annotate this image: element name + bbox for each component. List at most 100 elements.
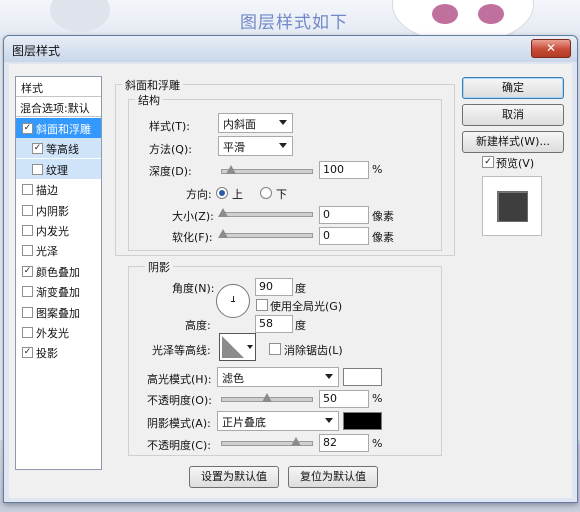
global-light-checkbox[interactable] xyxy=(256,299,268,311)
make-default-button[interactable]: 设置为默认值 xyxy=(189,466,279,488)
shadow-color-swatch[interactable] xyxy=(343,412,382,430)
depth-input[interactable]: 100 xyxy=(319,161,369,179)
angle-dial-center xyxy=(231,301,235,302)
soften-unit: 像素 xyxy=(372,231,394,244)
contour-icon xyxy=(222,336,244,358)
style-list-item[interactable]: 纹理 xyxy=(16,158,101,179)
highlight-color-swatch[interactable] xyxy=(343,368,382,386)
style-checkbox[interactable] xyxy=(22,225,33,236)
size-slider[interactable] xyxy=(218,208,313,217)
highlight-opacity-input[interactable]: 50 xyxy=(319,390,369,408)
chevron-down-icon xyxy=(279,120,287,125)
shading-title: 阴影 xyxy=(145,259,173,275)
style-select-value: 内斜面 xyxy=(223,118,256,131)
altitude-label: 高度: xyxy=(185,319,211,332)
depth-value: 100 xyxy=(323,163,344,176)
direction-up-label: 上 xyxy=(232,188,243,201)
direction-down-radio[interactable] xyxy=(260,187,272,199)
depth-unit: % xyxy=(372,163,383,176)
new-style-button[interactable]: 新建样式(W)... xyxy=(462,131,564,153)
altitude-input[interactable]: 58 xyxy=(255,315,293,333)
anti-alias-checkbox[interactable] xyxy=(269,343,281,355)
style-list-item[interactable]: 图案叠加 xyxy=(16,302,101,322)
shadow-opacity-slider[interactable] xyxy=(221,437,313,446)
depth-slider[interactable] xyxy=(221,165,313,174)
gloss-contour-picker[interactable] xyxy=(219,333,247,361)
styles-header-label: 样式 xyxy=(21,82,43,95)
depth-slider-handle[interactable] xyxy=(226,165,236,174)
blend-options-item[interactable]: 混合选项:默认 xyxy=(16,97,101,117)
style-checkbox[interactable] xyxy=(22,184,33,196)
altitude-unit: 度 xyxy=(295,319,306,332)
dialog-title: 图层样式 xyxy=(12,44,61,58)
size-value: 0 xyxy=(323,208,330,221)
highlight-mode-select[interactable]: 滤色 xyxy=(217,367,339,387)
style-list-item[interactable]: ✓ 斜面和浮雕 xyxy=(16,118,101,138)
gloss-contour-dropdown[interactable] xyxy=(246,333,256,361)
preview-checkbox[interactable]: ✓ xyxy=(482,156,494,168)
chevron-down-icon xyxy=(325,418,333,423)
close-button[interactable]: ✕ xyxy=(531,39,571,58)
style-checkbox[interactable]: ✓ xyxy=(32,143,43,155)
style-select[interactable]: 内斜面 xyxy=(218,113,293,133)
cancel-button[interactable]: 取消 xyxy=(462,104,564,126)
style-list-item[interactable]: ✓ 颜色叠加 xyxy=(16,261,101,281)
shadow-mode-select[interactable]: 正片叠底 xyxy=(217,411,339,431)
style-list-item[interactable]: ✓ 投影 xyxy=(16,342,101,362)
style-checkbox[interactable] xyxy=(32,163,43,175)
style-list-item-label: 纹理 xyxy=(46,163,68,177)
angle-dial[interactable] xyxy=(216,284,250,318)
altitude-value: 58 xyxy=(259,317,273,330)
size-unit: 像素 xyxy=(372,210,394,223)
style-list-item[interactable]: 外发光 xyxy=(16,322,101,342)
background-petal xyxy=(432,4,458,24)
style-list-item-label: 颜色叠加 xyxy=(36,265,80,279)
preview-label: 预览(V) xyxy=(496,157,535,170)
style-checkbox[interactable] xyxy=(22,245,33,257)
style-list-item[interactable]: 光泽 xyxy=(16,240,101,260)
ok-button[interactable]: 确定 xyxy=(462,77,564,99)
soften-value: 0 xyxy=(323,229,330,242)
structure-title: 结构 xyxy=(135,92,163,108)
highlight-opacity-handle[interactable] xyxy=(262,393,272,402)
technique-select-value: 平滑 xyxy=(223,141,245,154)
styles-list-header[interactable]: 样式 xyxy=(16,77,101,97)
style-checkbox[interactable] xyxy=(22,286,33,298)
highlight-mode-label: 高光模式(H): xyxy=(147,373,212,386)
preview-swatch xyxy=(497,191,528,222)
style-list-item-label: 描边 xyxy=(36,184,58,198)
style-list-item[interactable]: 渐变叠加 xyxy=(16,281,101,301)
style-list-item-label: 等高线 xyxy=(46,143,79,157)
highlight-mode-value: 滤色 xyxy=(222,372,244,385)
style-checkbox[interactable]: ✓ xyxy=(22,265,33,277)
highlight-opacity-value: 50 xyxy=(323,392,337,405)
reset-default-button[interactable]: 复位为默认值 xyxy=(288,466,378,488)
style-list-item[interactable]: 内发光 xyxy=(16,220,101,240)
highlight-opacity-slider[interactable] xyxy=(221,393,313,402)
style-checkbox[interactable] xyxy=(22,306,33,318)
style-list-item-label: 外发光 xyxy=(36,327,69,340)
style-list-item[interactable]: ✓ 等高线 xyxy=(16,138,101,159)
style-checkbox[interactable] xyxy=(22,327,33,338)
soften-slider[interactable] xyxy=(218,229,313,238)
soften-input[interactable]: 0 xyxy=(319,227,369,245)
size-slider-handle[interactable] xyxy=(218,208,228,217)
style-checkbox[interactable]: ✓ xyxy=(22,123,33,134)
soften-slider-handle[interactable] xyxy=(218,229,228,238)
title-bar[interactable]: 图层样式 ✕ xyxy=(4,36,577,62)
technique-select[interactable]: 平滑 xyxy=(218,136,293,156)
preview-box xyxy=(482,176,542,236)
shadow-opacity-input[interactable]: 82 xyxy=(319,434,369,452)
style-checkbox[interactable]: ✓ xyxy=(22,347,33,359)
direction-up-radio[interactable] xyxy=(216,187,228,199)
size-input[interactable]: 0 xyxy=(319,206,369,224)
style-list-item[interactable]: 描边 xyxy=(16,179,101,199)
style-list-item[interactable]: 内阴影 xyxy=(16,200,101,220)
style-checkbox[interactable] xyxy=(22,204,33,216)
style-list-item-label: 光泽 xyxy=(36,245,58,259)
shadow-opacity-handle[interactable] xyxy=(290,437,301,446)
blend-options-label: 混合选项:默认 xyxy=(20,102,90,115)
angle-input[interactable]: 90 xyxy=(255,278,293,296)
global-light-label: 使用全局光(G) xyxy=(270,300,343,313)
bevel-emboss-title: 斜面和浮雕 xyxy=(122,77,183,93)
